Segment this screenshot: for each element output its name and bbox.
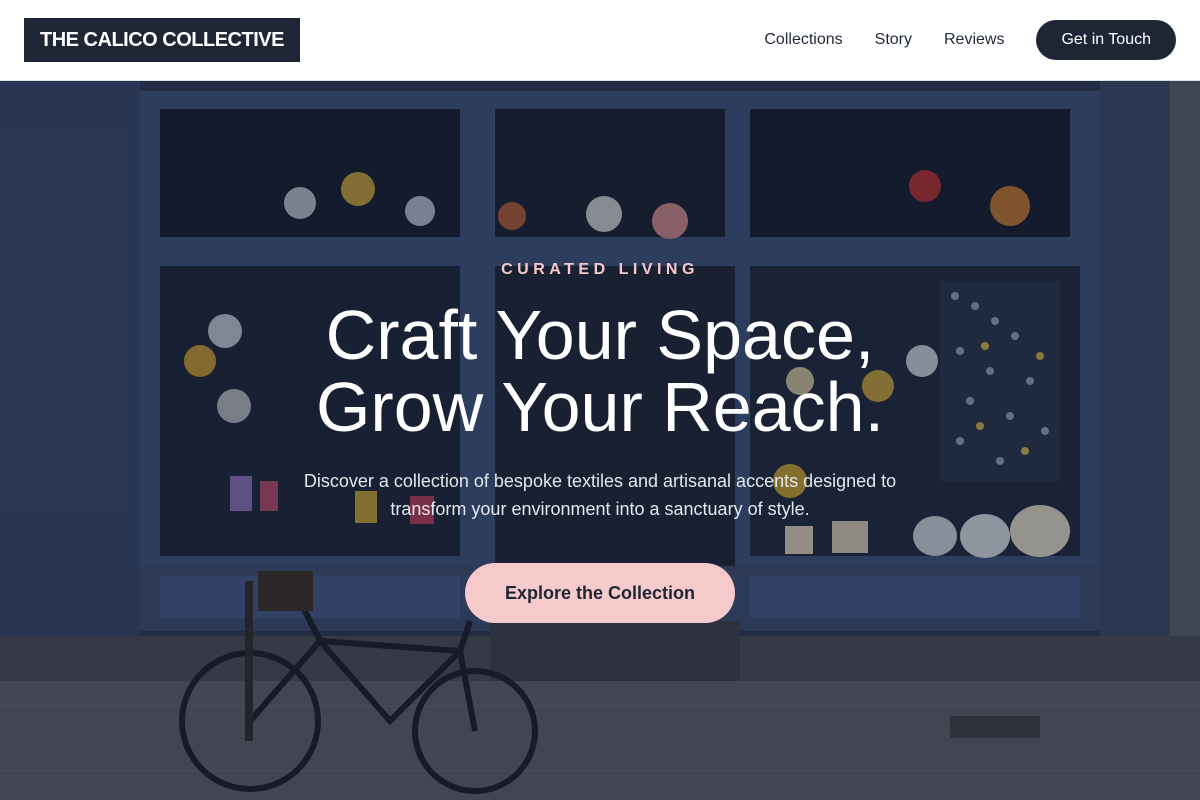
hero-headline: Craft Your Space, Grow Your Reach. bbox=[0, 299, 1200, 443]
hero-description: Discover a collection of bespoke textile… bbox=[300, 467, 900, 523]
nav-link-collections[interactable]: Collections bbox=[764, 31, 842, 49]
nav-link-reviews[interactable]: Reviews bbox=[944, 31, 1004, 49]
hero-eyebrow: CURATED LIVING bbox=[501, 261, 699, 278]
hero-headline-line-2: Grow Your Reach. bbox=[315, 368, 885, 446]
explore-collection-button[interactable]: Explore the Collection bbox=[465, 563, 735, 623]
hero-section: CURATED LIVING Craft Your Space, Grow Yo… bbox=[0, 81, 1200, 800]
hero-description-line-1: Discover a collection of bespoke textile… bbox=[303, 471, 897, 491]
hero-description-line-2: transform your environment into a sanctu… bbox=[390, 499, 810, 519]
brand-logo[interactable]: THE CALICO COLLECTIVE bbox=[24, 18, 300, 62]
main-nav: Collections Story Reviews Get in Touch bbox=[764, 20, 1176, 60]
hero-headline-line-1: Craft Your Space, bbox=[325, 296, 875, 374]
hero-content: CURATED LIVING Craft Your Space, Grow Yo… bbox=[0, 81, 1200, 800]
nav-link-story[interactable]: Story bbox=[875, 31, 912, 49]
site-header: THE CALICO COLLECTIVE Collections Story … bbox=[0, 0, 1200, 81]
get-in-touch-button[interactable]: Get in Touch bbox=[1036, 20, 1176, 60]
